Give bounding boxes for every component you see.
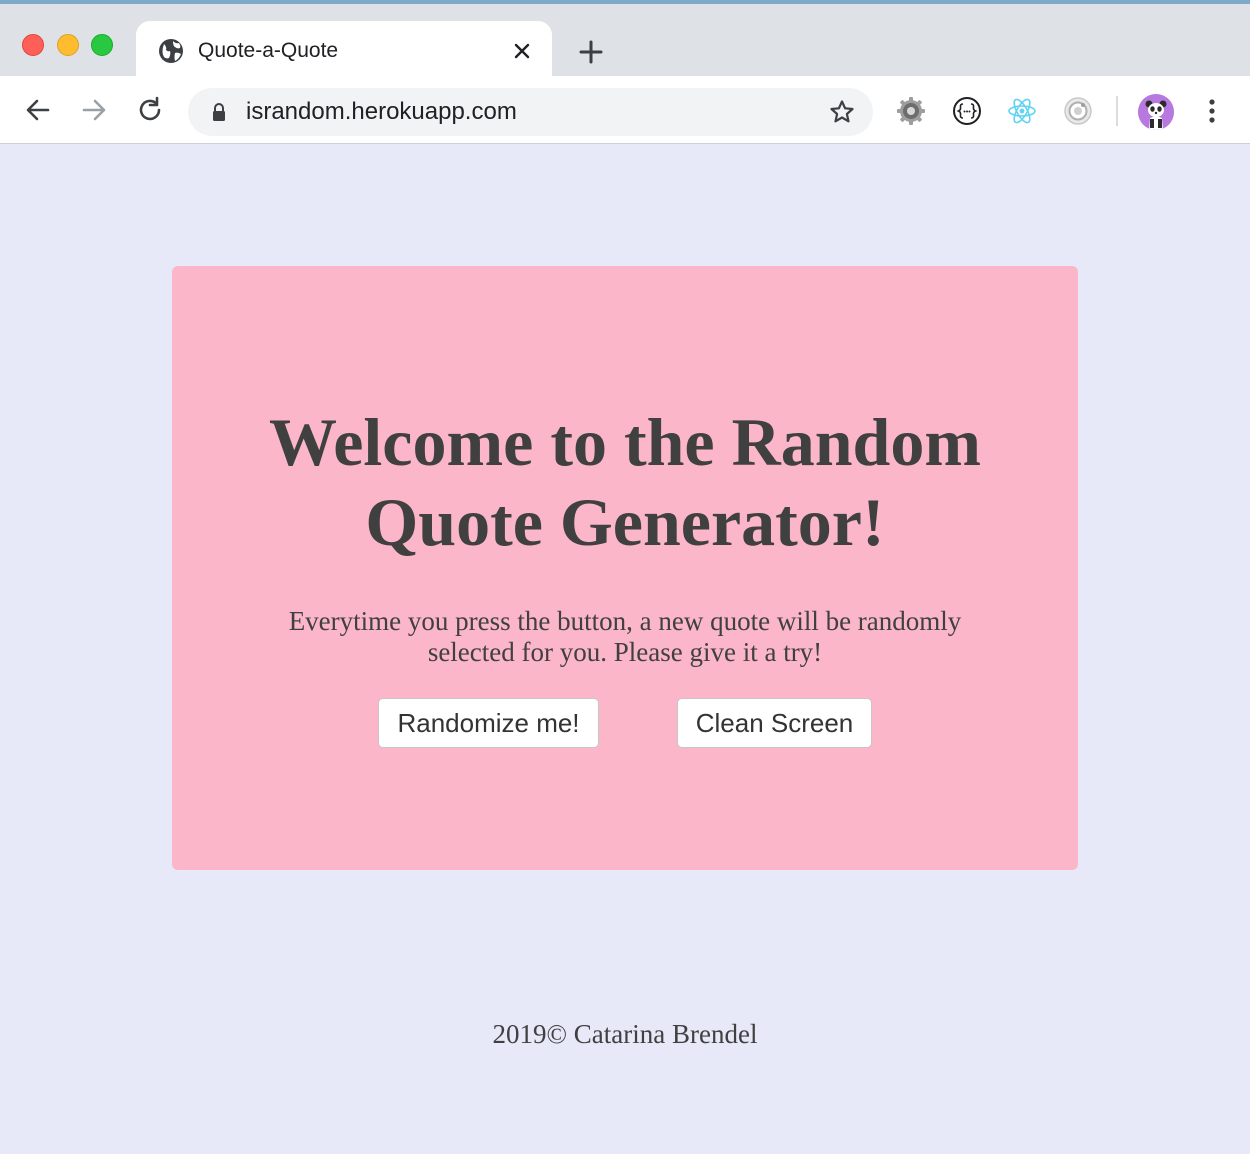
close-window-button[interactable] (22, 34, 44, 56)
minimize-window-button[interactable] (57, 34, 79, 56)
close-tab-icon[interactable] (510, 39, 534, 63)
browser-window: Quote-a-Quote israndom.herokuapp.com Wel… (0, 0, 1250, 1154)
profile-avatar[interactable] (1138, 94, 1174, 130)
more-menu-icon[interactable] (1198, 96, 1226, 126)
browser-toolbar: israndom.herokuapp.com (0, 76, 1250, 144)
clean-screen-button[interactable]: Clean Screen (677, 698, 872, 748)
address-bar[interactable]: israndom.herokuapp.com (188, 88, 873, 136)
intro-text: Everytime you press the button, a new qu… (288, 606, 962, 667)
bookmark-star-icon[interactable] (829, 99, 855, 125)
new-tab-icon[interactable] (577, 38, 605, 66)
url-text[interactable]: israndom.herokuapp.com (246, 99, 517, 125)
toolbar-divider (1116, 96, 1118, 126)
tab-strip: Quote-a-Quote (0, 0, 1250, 80)
forward-arrow-icon[interactable] (80, 96, 108, 124)
back-arrow-icon[interactable] (24, 96, 52, 124)
gear-icon[interactable] (896, 96, 926, 126)
tab-quote-a-quote[interactable]: Quote-a-Quote (136, 21, 552, 80)
footer-copyright: 2019© Catarina Brendel (492, 1019, 758, 1049)
target-icon[interactable] (1063, 96, 1093, 126)
randomize-button[interactable]: Randomize me! (378, 698, 599, 748)
welcome-card: Welcome to the Random Quote Generator! E… (172, 266, 1078, 870)
reload-icon[interactable] (136, 96, 164, 124)
react-devtools-icon[interactable] (1007, 96, 1037, 126)
page-body: Welcome to the Random Quote Generator! E… (0, 144, 1250, 1154)
panda-icon (1138, 94, 1174, 130)
page-title: Welcome to the Random Quote Generator! (268, 404, 981, 560)
json-formatter-icon[interactable] (952, 96, 982, 126)
tab-title: Quote-a-Quote (198, 39, 339, 62)
globe-icon (159, 39, 183, 63)
lock-icon[interactable] (208, 101, 230, 123)
maximize-window-button[interactable] (91, 34, 113, 56)
